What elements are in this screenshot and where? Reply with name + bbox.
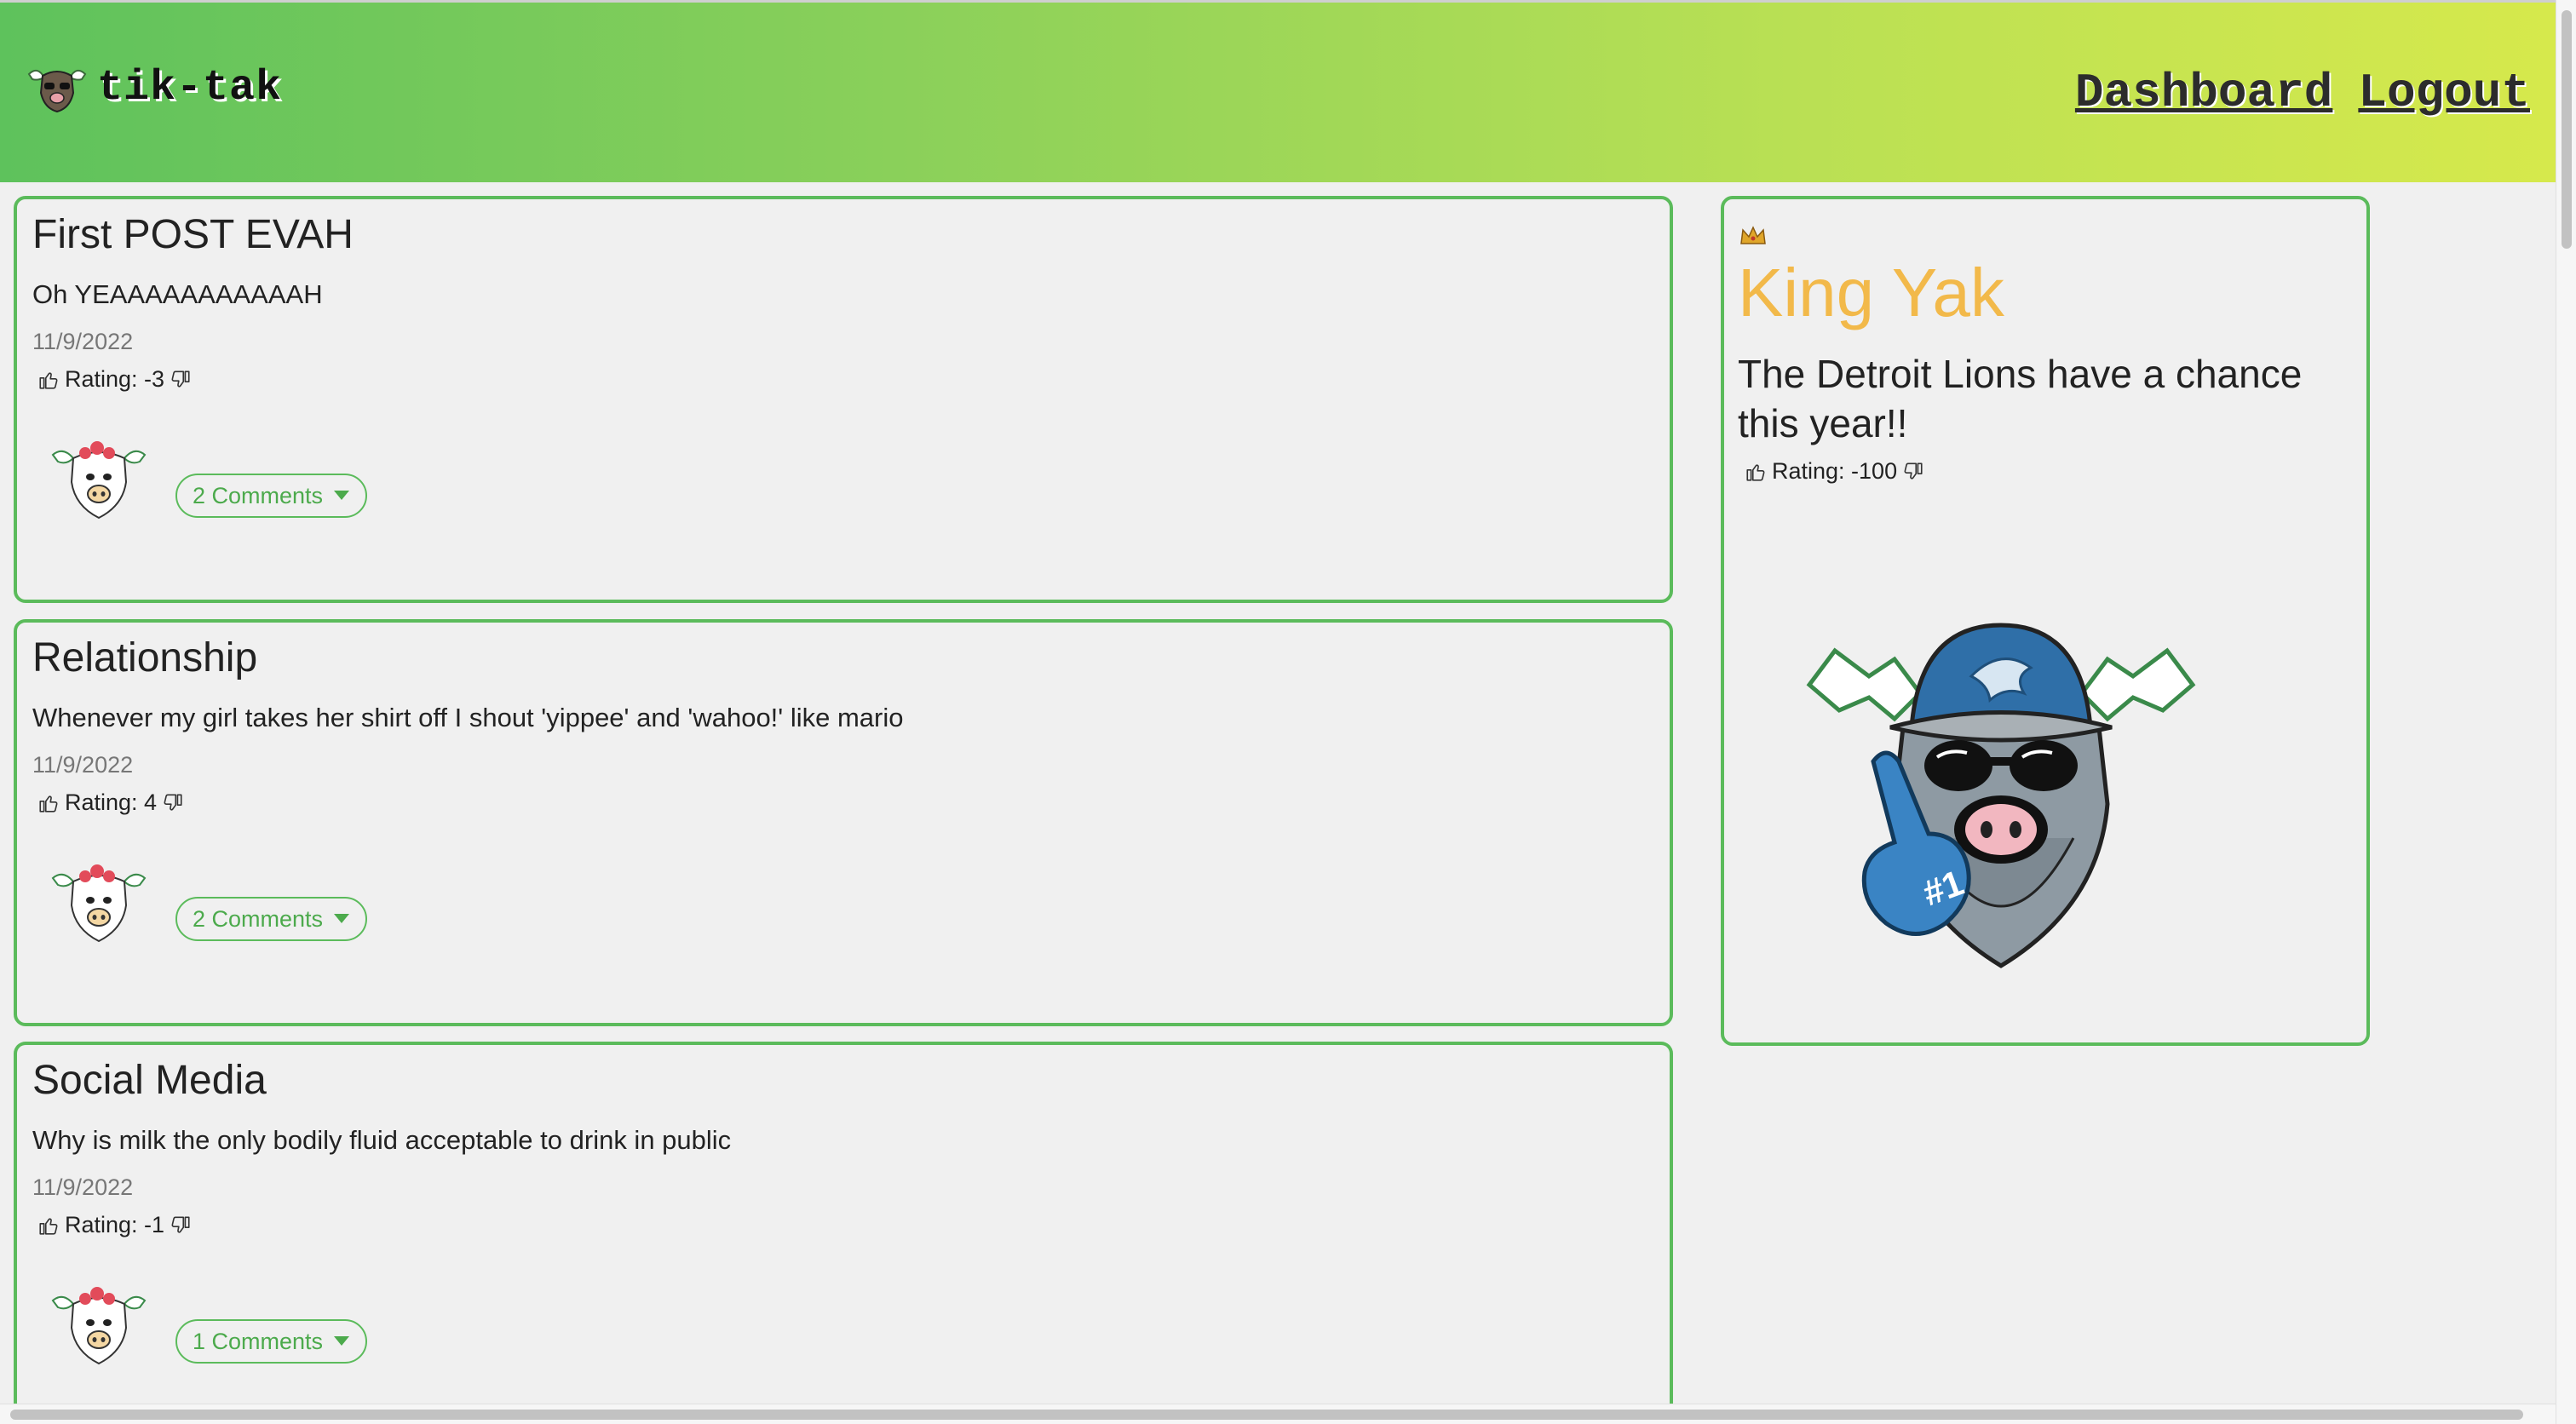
thumbs-up-icon[interactable] <box>37 368 60 392</box>
comments-toggle-button[interactable]: 2 Comments <box>175 897 368 941</box>
king-yak-body: The Detroit Lions have a chance this yea… <box>1738 352 2303 445</box>
caret-down-icon <box>334 914 350 923</box>
app-name: tik-tak <box>97 63 283 112</box>
post-date: 11/9/2022 <box>32 1174 134 1200</box>
post-rating: Rating: 4 <box>37 790 184 816</box>
thumbs-down-icon[interactable] <box>162 791 184 815</box>
rating-label: Rating: -1 <box>65 1212 165 1237</box>
post-card: Relationship Whenever my girl takes her … <box>14 619 1673 1026</box>
thumbs-down-icon[interactable] <box>1902 460 1924 484</box>
vertical-scrollbar[interactable] <box>2556 0 2576 1424</box>
post-body: Whenever my girl takes her shirt off I s… <box>32 703 904 732</box>
post-date: 11/9/2022 <box>32 752 134 778</box>
king-yak-mascot-image: #1 <box>1806 623 2196 968</box>
post-title: Social Media <box>32 1058 267 1103</box>
top-header: tik-tak Dashboard Logout <box>0 0 2556 182</box>
thumbs-down-icon[interactable] <box>170 1214 192 1237</box>
post-title: First POST EVAH <box>32 212 354 257</box>
comments-toggle-button[interactable]: 2 Comments <box>175 474 368 518</box>
top-nav: Dashboard Logout <box>2075 66 2530 120</box>
thumbs-down-icon[interactable] <box>170 368 192 392</box>
post-rating: Rating: -1 <box>37 1212 192 1238</box>
comments-label: 1 Comments <box>193 1328 324 1354</box>
avatar <box>48 863 150 945</box>
comments-toggle-button[interactable]: 1 Comments <box>175 1319 368 1364</box>
horizontal-scrollbar[interactable] <box>0 1404 2556 1424</box>
dashboard-link[interactable]: Dashboard <box>2075 66 2332 120</box>
king-yak-title: King Yak <box>1738 255 2004 330</box>
vertical-scrollbar-thumb[interactable] <box>2562 10 2572 249</box>
thumbs-up-icon[interactable] <box>37 791 60 815</box>
rating-label: Rating: 4 <box>65 790 158 815</box>
comments-label: 2 Comments <box>193 905 324 932</box>
thumbs-up-icon[interactable] <box>1745 460 1767 484</box>
post-date: 11/9/2022 <box>32 329 134 354</box>
post-rating: Rating: -3 <box>37 366 192 393</box>
king-yak-card: King Yak The Detroit Lions have a chance… <box>1721 196 2370 1046</box>
avatar <box>48 439 150 521</box>
logout-link[interactable]: Logout <box>2358 66 2530 120</box>
rating-label: Rating: -100 <box>1772 458 1898 484</box>
caret-down-icon <box>334 491 350 500</box>
king-yak-rating: Rating: -100 <box>1745 458 1924 485</box>
crown-icon <box>1740 226 1766 244</box>
horizontal-scrollbar-thumb[interactable] <box>10 1410 2523 1420</box>
thumbs-up-icon[interactable] <box>37 1214 60 1237</box>
post-body: Oh YEAAAAAAAAAAAH <box>32 279 323 309</box>
yak-logo-icon <box>27 69 87 113</box>
post-body: Why is milk the only bodily fluid accept… <box>32 1125 732 1155</box>
brand[interactable]: tik-tak <box>26 62 282 113</box>
comments-label: 2 Comments <box>193 482 324 508</box>
avatar <box>48 1285 150 1367</box>
caret-down-icon <box>334 1336 350 1346</box>
post-card: Social Media Why is milk the only bodily… <box>14 1042 1673 1408</box>
post-title: Relationship <box>32 635 258 680</box>
rating-label: Rating: -3 <box>65 366 165 392</box>
post-card: First POST EVAH Oh YEAAAAAAAAAAAH 11/9/2… <box>14 196 1673 603</box>
